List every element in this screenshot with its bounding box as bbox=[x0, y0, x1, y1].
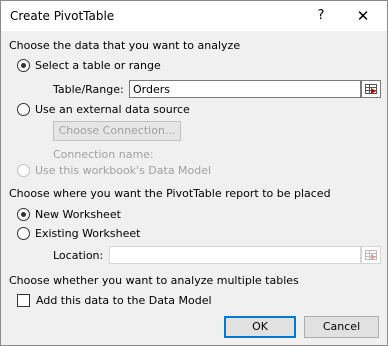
data-model-radio[interactable] bbox=[17, 164, 30, 177]
table-range-label: Table/Range: bbox=[53, 83, 124, 96]
dialog-title: Create PivotTable bbox=[10, 9, 115, 23]
external-source-label: Use an external data source bbox=[35, 103, 190, 116]
table-range-input[interactable]: Orders bbox=[129, 80, 361, 98]
location-collapse-button[interactable] bbox=[361, 246, 381, 264]
location-label: Location: bbox=[53, 249, 104, 262]
existing-worksheet-label: Existing Worksheet bbox=[35, 227, 141, 240]
new-worksheet-label: New Worksheet bbox=[35, 208, 121, 221]
table-range-value: Orders bbox=[133, 83, 170, 96]
data-source-heading: Choose the data that you want to analyze bbox=[9, 39, 241, 52]
select-range-label: Select a table or range bbox=[35, 59, 161, 72]
external-source-option[interactable]: Use an external data source bbox=[17, 103, 190, 116]
multiple-tables-heading: Choose whether you want to analyze multi… bbox=[9, 274, 299, 287]
collapse-dialog-icon bbox=[365, 250, 377, 260]
add-to-model-checkbox[interactable] bbox=[17, 294, 30, 307]
new-worksheet-option[interactable]: New Worksheet bbox=[17, 208, 121, 221]
existing-worksheet-radio[interactable] bbox=[17, 227, 30, 240]
collapse-dialog-icon bbox=[365, 84, 377, 94]
cancel-button[interactable]: Cancel bbox=[304, 316, 379, 338]
new-worksheet-radio[interactable] bbox=[17, 208, 30, 221]
help-button[interactable]: ? bbox=[311, 6, 331, 26]
data-model-option[interactable]: Use this workbook's Data Model bbox=[17, 164, 211, 177]
create-pivottable-dialog: Create PivotTable ? ✕ Choose the data th… bbox=[0, 0, 388, 346]
title-bar: Create PivotTable ? ✕ bbox=[1, 1, 387, 31]
table-range-collapse-button[interactable] bbox=[361, 80, 381, 98]
connection-name-label: Connection name: bbox=[53, 148, 154, 161]
data-model-label: Use this workbook's Data Model bbox=[35, 164, 212, 177]
ok-button[interactable]: OK bbox=[224, 316, 296, 338]
add-to-model-label: Add this data to the Data Model bbox=[36, 294, 212, 307]
placement-heading: Choose where you want the PivotTable rep… bbox=[9, 187, 331, 200]
existing-worksheet-option[interactable]: Existing Worksheet bbox=[17, 227, 140, 240]
location-input[interactable] bbox=[109, 246, 361, 264]
choose-connection-button[interactable]: Choose Connection... bbox=[53, 121, 181, 141]
add-to-model-option[interactable]: Add this data to the Data Model bbox=[17, 294, 212, 307]
select-range-option[interactable]: Select a table or range bbox=[17, 59, 161, 72]
select-range-radio[interactable] bbox=[17, 59, 30, 72]
close-button[interactable]: ✕ bbox=[353, 6, 373, 26]
external-source-radio[interactable] bbox=[17, 103, 30, 116]
